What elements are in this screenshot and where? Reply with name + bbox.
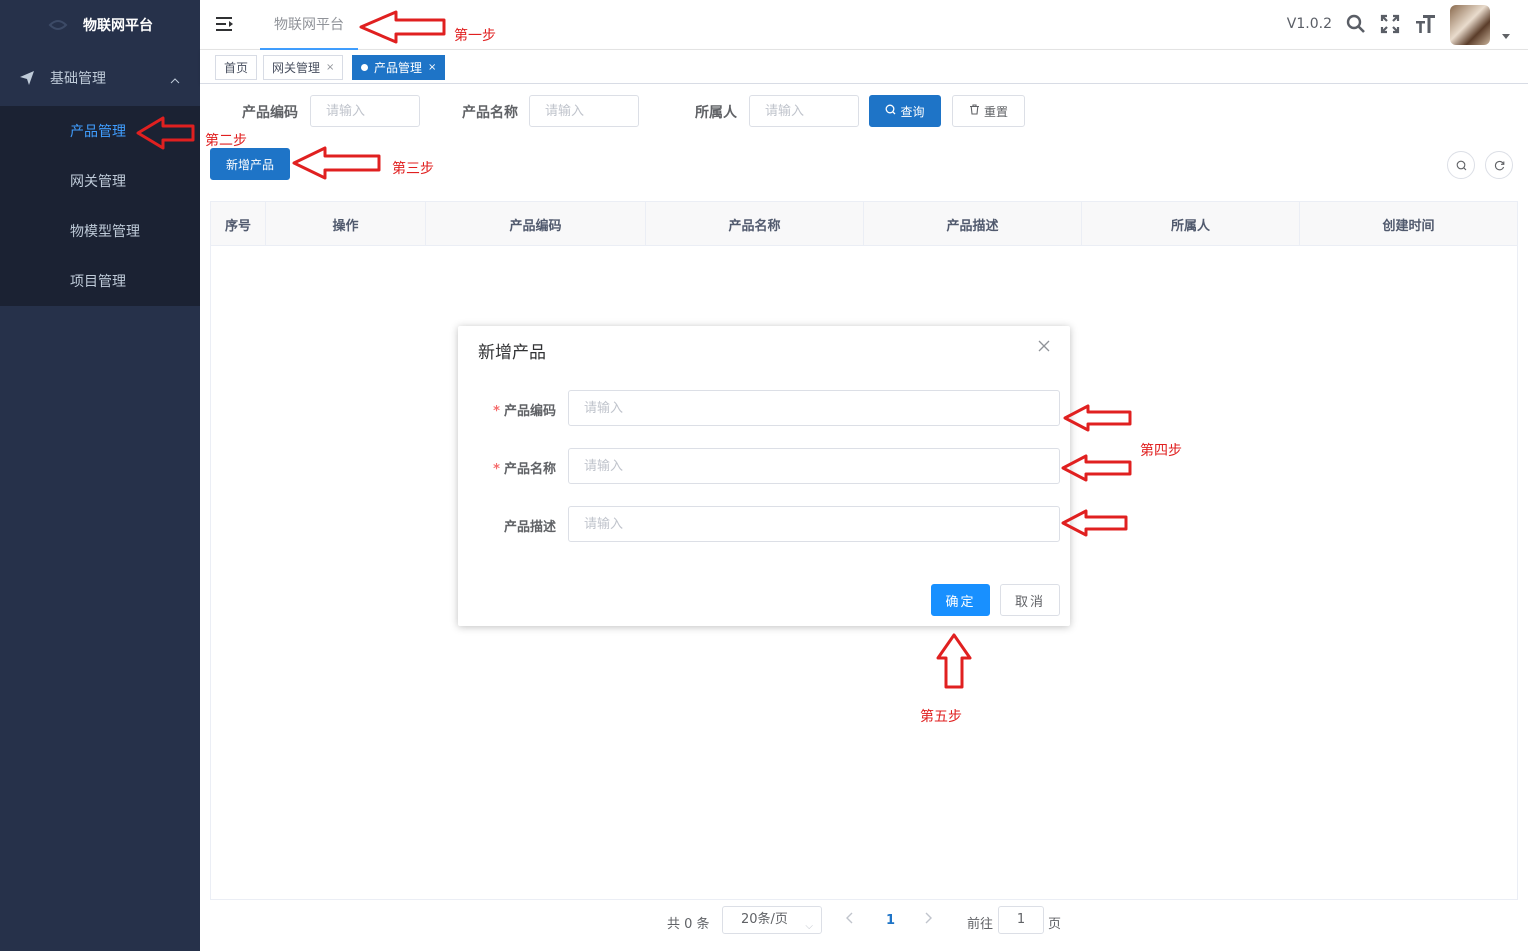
field-label-text: 产品编码 <box>503 404 556 419</box>
reset-button-label: 重置 <box>983 104 1008 119</box>
annotation-step1: 第一步 <box>454 28 496 44</box>
close-icon[interactable]: × <box>428 62 436 73</box>
annotation-arrow-left-icon <box>359 10 446 44</box>
filter-owner-input[interactable] <box>749 95 859 127</box>
refresh-icon <box>1494 160 1504 170</box>
search-button[interactable]: 查询 <box>869 95 941 127</box>
page-number-current[interactable]: 1 <box>886 913 895 928</box>
add-product-button[interactable]: 新增产品 <box>210 148 290 180</box>
page-suffix: 页 <box>1048 917 1062 932</box>
annotation-arrow-left-icon <box>1063 404 1132 432</box>
tag-label: 首页 <box>224 61 249 75</box>
reset-button[interactable]: 重置 <box>952 95 1025 127</box>
search-button-label: 查询 <box>900 104 925 119</box>
brand-title: 物联网平台 <box>83 18 153 34</box>
field-code-label: * 产品编码 <box>493 400 556 419</box>
page-size-select[interactable]: 20条/页 ⌵ <box>722 906 822 934</box>
confirm-button[interactable]: 确定 <box>931 584 990 616</box>
chevron-up-icon <box>170 72 180 88</box>
field-label-text: 产品名称 <box>503 462 556 477</box>
col-product-name: 产品名称 <box>646 202 864 246</box>
col-product-desc: 产品描述 <box>864 202 1082 246</box>
tag-gateway[interactable]: 网关管理 × <box>263 55 344 80</box>
product-name-input[interactable] <box>568 448 1060 484</box>
search-icon[interactable] <box>1346 14 1366 38</box>
chevron-down-icon: ⌵ <box>805 921 813 932</box>
tag-product[interactable]: 产品管理 × <box>352 55 446 80</box>
pagination: 共 0 条 20条/页 ⌵ 1 前往 1 页 <box>200 906 1528 936</box>
annotation-step3: 第三步 <box>392 161 434 177</box>
filter-owner-label: 所属人 <box>695 105 737 121</box>
col-actions: 操作 <box>266 202 426 246</box>
close-icon[interactable]: × <box>326 62 334 73</box>
sidebar-group-basic[interactable]: 基础管理 <box>0 50 200 106</box>
sidebar-item-thing-model[interactable]: 物模型管理 <box>0 206 200 256</box>
product-desc-input[interactable] <box>568 506 1060 542</box>
required-mark: * <box>493 404 500 419</box>
product-code-input[interactable] <box>568 390 1060 426</box>
cancel-button[interactable]: 取消 <box>1000 584 1060 616</box>
caret-down-icon[interactable] <box>1502 34 1510 39</box>
filter-code-label: 产品编码 <box>242 105 298 121</box>
close-icon[interactable] <box>1038 340 1050 356</box>
toggle-search-button[interactable] <box>1447 151 1475 179</box>
search-icon <box>885 104 896 118</box>
field-name-label: * 产品名称 <box>493 458 556 477</box>
goto-label: 前往 <box>967 917 994 932</box>
col-product-code: 产品编码 <box>426 202 646 246</box>
required-mark: * <box>493 462 500 477</box>
sidebar-logo[interactable]: 物联网平台 <box>0 0 200 50</box>
pagination-total: 共 0 条 <box>667 917 710 932</box>
trash-icon <box>969 104 980 118</box>
sidebar-item-gateway[interactable]: 网关管理 <box>0 156 200 206</box>
chevron-right-icon[interactable] <box>924 912 932 928</box>
sidebar-item-project[interactable]: 项目管理 <box>0 256 200 306</box>
top-tab-platform[interactable]: 物联网平台 <box>260 0 358 50</box>
filter-name-label: 产品名称 <box>462 105 518 121</box>
logo-icon <box>47 16 69 34</box>
annotation-step5: 第五步 <box>920 709 962 725</box>
filter-code-input[interactable] <box>310 95 420 127</box>
search-icon <box>1456 160 1466 170</box>
active-dot-icon <box>361 64 368 71</box>
dialog-title: 新增产品 <box>478 343 546 363</box>
font-size-icon[interactable] <box>1416 14 1436 38</box>
add-product-dialog: 新增产品 *产品编码 *产品名称 产品描述 确定 取消 <box>458 326 1070 626</box>
field-desc-label: 产品描述 <box>504 516 556 535</box>
annotation-arrow-left-icon <box>1061 454 1132 482</box>
filter-name-input[interactable] <box>529 95 639 127</box>
annotation-step4: 第四步 <box>1140 443 1182 459</box>
tags-view: 首页 网关管理 × 产品管理 × <box>200 50 1528 84</box>
table-header: 序号 操作 产品编码 产品名称 产品描述 所属人 创建时间 <box>211 202 1517 246</box>
tag-home[interactable]: 首页 <box>215 55 258 80</box>
refresh-button[interactable] <box>1485 151 1513 179</box>
paper-plane-icon <box>20 71 38 85</box>
col-created-time: 创建时间 <box>1382 218 1435 234</box>
hamburger-icon[interactable] <box>216 16 234 36</box>
annotation-arrow-left-icon <box>292 146 381 180</box>
page-size-value: 20条/页 <box>741 912 788 927</box>
annotation-arrow-left-icon <box>136 116 195 150</box>
chevron-left-icon[interactable] <box>846 912 854 928</box>
annotation-arrow-left-icon <box>1061 509 1128 537</box>
sidebar-group-label: 基础管理 <box>50 71 106 87</box>
goto-page-input[interactable]: 1 <box>998 906 1044 934</box>
fullscreen-icon[interactable] <box>1380 14 1400 38</box>
annotation-step2: 第二步 <box>205 133 247 149</box>
tag-label: 网关管理 <box>272 61 321 75</box>
col-index: 序号 <box>211 202 266 246</box>
tag-label: 产品管理 <box>374 61 423 75</box>
version-label: V1.0.2 <box>1286 16 1332 32</box>
annotation-arrow-up-icon <box>936 633 972 689</box>
col-owner: 所属人 <box>1082 202 1300 246</box>
user-avatar[interactable] <box>1450 5 1490 45</box>
field-label-text: 产品描述 <box>503 520 556 535</box>
